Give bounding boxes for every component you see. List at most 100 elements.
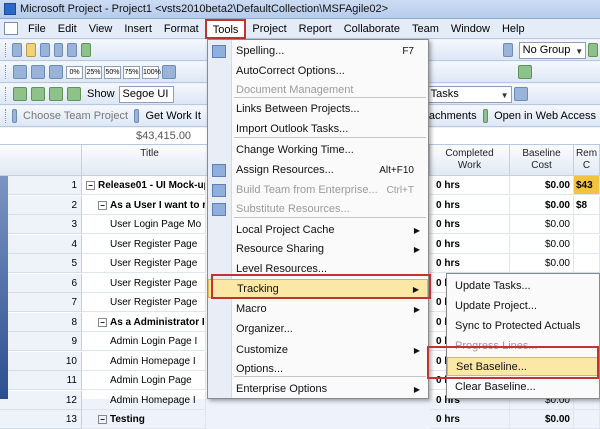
remaining-cost-cell[interactable] <box>574 410 600 429</box>
tools-menu-item-spelling[interactable]: Spelling... F7 <box>208 42 428 61</box>
row-number[interactable]: 11 <box>0 371 82 390</box>
minus-icon[interactable] <box>67 87 81 101</box>
filter-icon[interactable] <box>518 65 532 79</box>
percent-50-button[interactable]: 50% <box>104 65 121 79</box>
title-column-header[interactable]: Title <box>82 145 218 176</box>
row-number[interactable]: 3 <box>0 215 82 234</box>
choose-team-project-button[interactable]: Choose Team Project <box>19 107 132 125</box>
percent-75-button[interactable]: 75% <box>123 65 140 79</box>
collapse-toggle-icon[interactable]: − <box>98 200 107 210</box>
row-number[interactable]: 12 <box>0 390 82 410</box>
menu-collaborate[interactable]: Collaborate <box>338 20 406 38</box>
toolbar-grip[interactable] <box>5 109 7 123</box>
tracking-item-clear-baseline[interactable]: Clear Baseline... <box>447 378 599 397</box>
baseline-cost-cell[interactable]: $0.00 <box>510 195 574 215</box>
remaining-cost-cell[interactable]: $43 <box>574 176 600 195</box>
outline-icon[interactable] <box>13 65 27 79</box>
update-icon[interactable] <box>162 65 176 79</box>
row-number[interactable]: 8 <box>0 312 82 332</box>
tools-menu-item-organizer[interactable]: Organizer... <box>208 320 428 339</box>
tracking-item-progress-lines[interactable]: Progress Lines... <box>447 337 599 356</box>
toolbar-grip[interactable] <box>5 65 8 79</box>
percent-0-button[interactable]: 0% <box>66 65 83 79</box>
arrow-right-icon[interactable] <box>31 87 45 101</box>
remaining-cost-cell[interactable] <box>574 215 600 234</box>
tools-menu-item-enterprise-options[interactable]: Enterprise Options ▶ <box>208 380 428 399</box>
tools-menu-item-options[interactable]: Options... <box>208 360 428 379</box>
completed-work-cell[interactable]: 0 hrs <box>430 195 510 215</box>
tools-menu-item-customize[interactable]: Customize ▶ <box>208 341 428 360</box>
tools-menu-item-macro[interactable]: Macro ▶ <box>208 300 428 319</box>
indent-icon[interactable] <box>31 65 45 79</box>
tools-menu-item-level-resources[interactable]: Level Resources... <box>208 260 428 279</box>
task-title-cell[interactable]: − As a Administrator I v <box>82 312 206 332</box>
font-combo[interactable]: Segoe UI <box>118 85 174 103</box>
baseline-cost-cell[interactable]: $0.00 <box>510 410 574 429</box>
remaining-cost-cell[interactable]: $8 <box>574 195 600 215</box>
task-title-cell[interactable]: User Register Page <box>82 293 206 312</box>
task-title-cell[interactable]: User Login Page Mo <box>82 215 206 234</box>
row-number[interactable]: 2 <box>0 195 82 215</box>
tracking-item-sync-to-protected-actuals[interactable]: Sync to Protected Actuals <box>447 317 599 336</box>
remaining-cost-column-header[interactable]: Rem C <box>574 145 600 176</box>
attachments-button[interactable]: achments <box>425 107 481 125</box>
document-icon[interactable] <box>4 22 18 35</box>
completed-work-cell[interactable]: 0 hrs <box>430 254 510 273</box>
tools-menu-item-resource-sharing[interactable]: Resource Sharing ▶ <box>208 240 428 259</box>
show-button[interactable]: Show <box>83 85 119 103</box>
tools-menu-item-document-management[interactable]: Document Management <box>208 81 428 100</box>
plus-icon[interactable] <box>49 87 63 101</box>
menu-window[interactable]: Window <box>445 20 496 38</box>
tracking-item-set-baseline[interactable]: Set Baseline... <box>447 357 599 376</box>
completed-work-cell[interactable]: 0 hrs <box>430 176 510 195</box>
tracking-item-update-tasks[interactable]: Update Tasks... <box>447 277 599 296</box>
collapse-toggle-icon[interactable]: − <box>98 317 107 327</box>
remaining-cost-cell[interactable] <box>574 234 600 254</box>
completed-work-cell[interactable]: 0 hrs <box>430 215 510 234</box>
task-title-cell[interactable]: − As a User I want to re <box>82 195 206 215</box>
task-title-cell[interactable]: − Testing <box>82 410 206 429</box>
task-title-cell[interactable]: Admin Login Page <box>82 371 206 390</box>
collapse-toggle-icon[interactable]: − <box>98 415 107 424</box>
collapse-toggle-icon[interactable]: − <box>86 181 95 190</box>
row-number[interactable]: 6 <box>0 273 82 293</box>
arrow-left-icon[interactable] <box>13 87 27 101</box>
row-number[interactable]: 13 <box>0 410 82 429</box>
autofilter-icon[interactable] <box>513 87 528 101</box>
baseline-cost-cell[interactable]: $0.00 <box>510 215 574 234</box>
completed-work-cell[interactable]: 0 hrs <box>430 234 510 254</box>
task-title-cell[interactable]: Admin Login Page I <box>82 332 206 351</box>
tools-menu-item-change-working-time[interactable]: Change Working Time... <box>208 141 428 160</box>
zoom-in-icon[interactable] <box>588 43 598 57</box>
baseline-cost-cell[interactable]: $0.00 <box>510 234 574 254</box>
tools-menu-item-links-between-projects[interactable]: Links Between Projects... <box>208 100 428 119</box>
tools-menu-item-build-team-from-enterprise[interactable]: Build Team from Enterprise... Ctrl+T <box>208 181 428 200</box>
spelling-icon[interactable] <box>81 43 91 57</box>
menu-file[interactable]: File <box>22 20 52 38</box>
menu-insert[interactable]: Insert <box>118 20 158 38</box>
menu-format[interactable]: Format <box>158 20 205 38</box>
tracking-item-update-project[interactable]: Update Project... <box>447 297 599 316</box>
get-work-items-button[interactable]: Get Work It <box>141 107 204 125</box>
tools-menu-item-tracking[interactable]: Tracking ▶ <box>208 279 428 298</box>
outdent-icon[interactable] <box>49 65 63 79</box>
menu-report[interactable]: Report <box>293 20 338 38</box>
completed-work-cell[interactable]: 0 hrs <box>430 410 510 429</box>
task-title-cell[interactable]: Admin Homepage I <box>82 390 206 410</box>
toolbar-grip[interactable] <box>5 87 8 101</box>
baseline-cost-cell[interactable]: $0.00 <box>510 176 574 195</box>
baseline-cost-column-header[interactable]: Baseline Cost <box>510 145 574 176</box>
percent-25-button[interactable]: 25% <box>85 65 102 79</box>
menu-tools[interactable]: Tools <box>204 18 247 39</box>
row-number[interactable]: 1 <box>0 176 82 195</box>
preview-icon[interactable] <box>67 43 78 57</box>
task-title-cell[interactable]: − Release01 - UI Mock-up <box>82 176 206 195</box>
group-combo[interactable]: No Group ▼ <box>518 41 587 59</box>
task-title-cell[interactable]: User Register Page <box>82 254 206 273</box>
percent-100-button[interactable]: 100% <box>142 65 161 79</box>
toolbar-grip[interactable] <box>5 43 7 57</box>
menu-help[interactable]: Help <box>496 20 531 38</box>
task-title-cell[interactable]: Admin Homepage I <box>82 351 206 371</box>
new-icon[interactable] <box>12 43 23 57</box>
print-icon[interactable] <box>53 43 64 57</box>
